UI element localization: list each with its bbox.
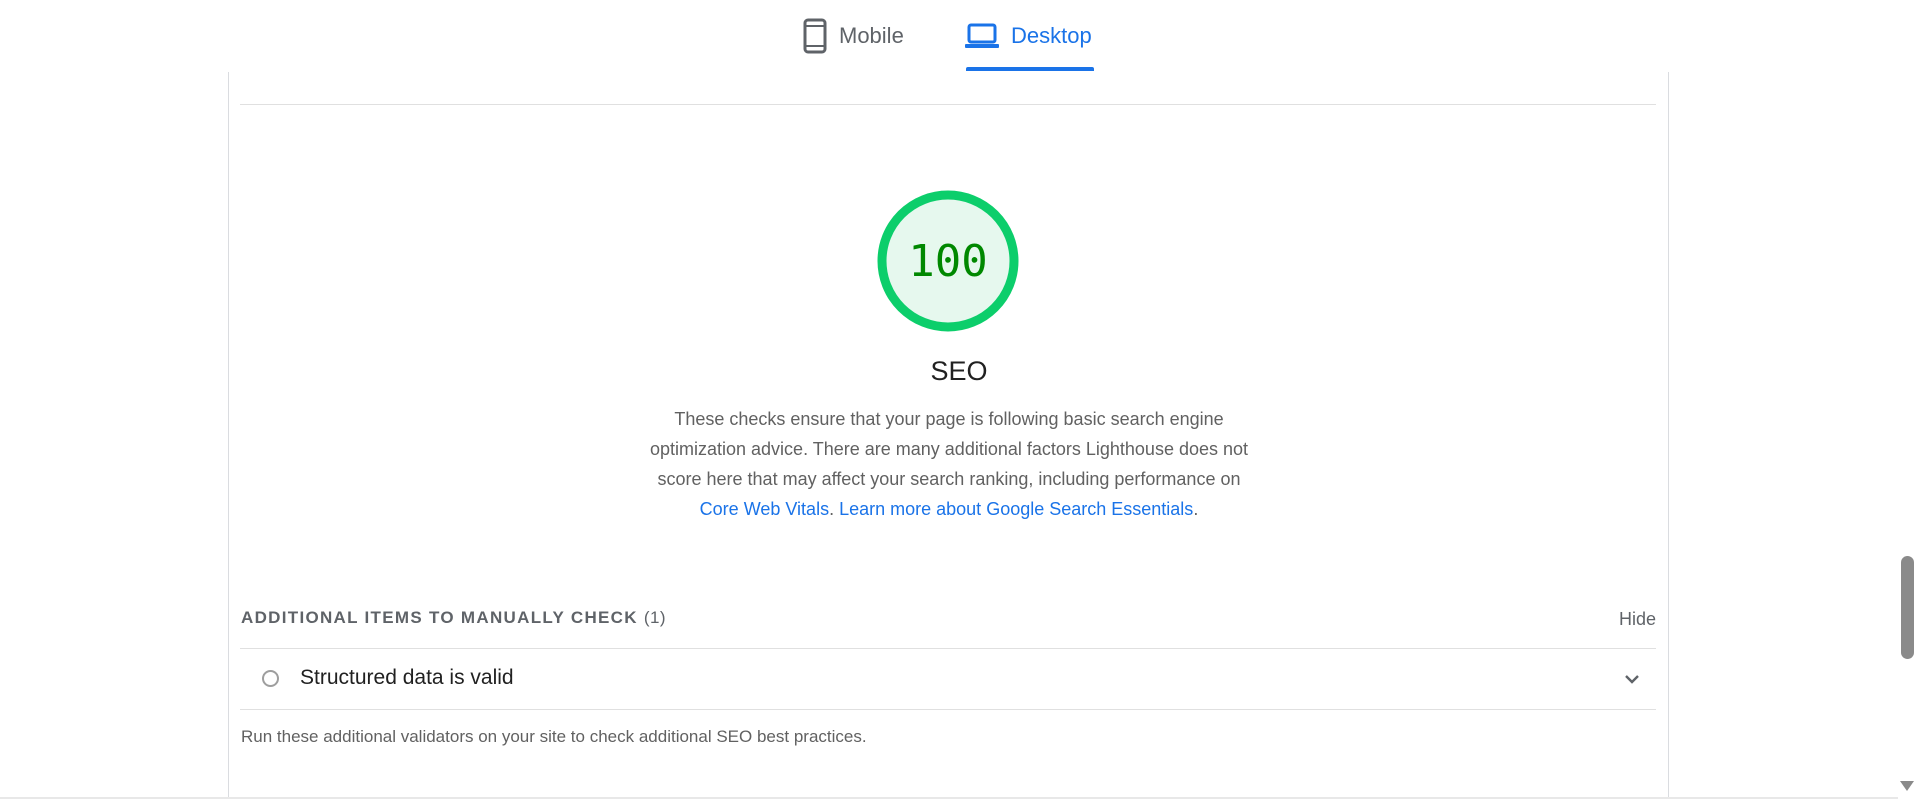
tab-desktop-label: Desktop [1011,23,1092,48]
group-note: Run these additional validators on your … [241,727,867,746]
category-description: These checks ensure that your page is fo… [649,409,1249,519]
smartphone-icon [803,18,827,54]
section-divider [240,104,1656,105]
core-web-vitals-link[interactable]: Core Web Vitals [700,499,829,519]
group-count: (1) [643,608,667,627]
group-title: ADDITIONAL ITEMS TO MANUALLY CHECK [241,608,638,627]
scroll-down-arrow-icon[interactable] [1900,781,1914,791]
tab-mobile-label: Mobile [839,23,904,48]
audit-divider [240,709,1656,710]
tab-mobile[interactable]: Mobile [803,0,904,72]
manual-audit-icon [262,670,279,687]
laptop-icon [965,23,999,49]
audit-title: Structured data is valid [300,666,514,689]
selected-tab-indicator [966,67,1094,71]
learn-more-link[interactable]: Learn more about Google Search Essential… [839,499,1193,519]
device-tabs: Mobile Desktop [0,0,1918,72]
tab-desktop[interactable]: Desktop [965,0,1092,72]
score-value: 100 [908,235,988,287]
category-title: SEO [930,356,988,386]
group-header: ADDITIONAL ITEMS TO MANUALLY CHECK (1) [241,608,666,628]
scrollbar-thumb[interactable] [1901,556,1914,659]
hide-toggle[interactable]: Hide [1619,609,1656,630]
scrollbar[interactable] [1898,0,1918,799]
chevron-down-icon[interactable] [1624,671,1640,689]
description-text: These checks ensure that your page is fo… [649,409,1249,489]
audit-row-structured-data[interactable]: Structured data is valid [240,649,1656,709]
